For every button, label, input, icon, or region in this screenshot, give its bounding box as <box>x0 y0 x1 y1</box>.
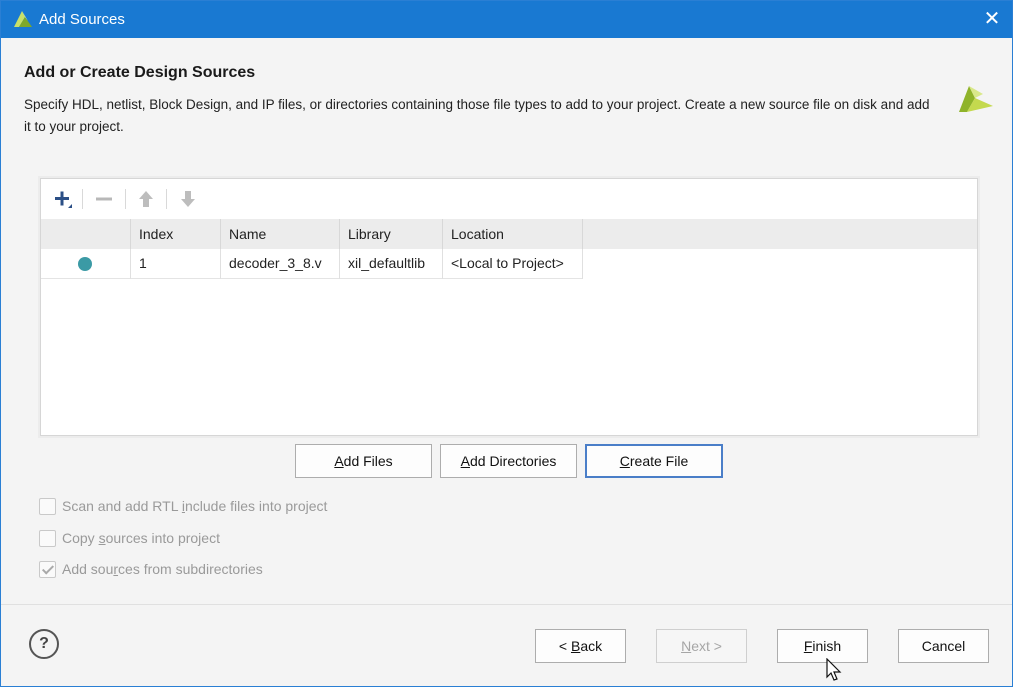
library-cell: xil_defaultlib <box>340 249 443 279</box>
plus-icon[interactable] <box>50 186 76 212</box>
sources-toolbar <box>41 179 977 219</box>
checkbox[interactable] <box>39 497 56 515</box>
checkbox[interactable] <box>39 529 56 547</box>
status-dot-icon <box>78 257 92 271</box>
create-file-button[interactable]: Create File <box>585 444 723 478</box>
title-bar: Add Sources ✕ <box>1 1 1012 38</box>
option-copy-sources[interactable]: Copy sources into project <box>39 528 220 548</box>
add-sources-dialog: Add Sources ✕ Add or Create Design Sourc… <box>0 0 1013 687</box>
vivado-app-icon <box>14 11 32 27</box>
toolbar-separator <box>125 189 126 209</box>
location-cell: <Local to Project> <box>443 249 583 279</box>
sources-table-panel: Index Name Library Location 1 decoder_3_… <box>40 178 978 436</box>
add-directories-button[interactable]: Add Directories <box>440 444 577 478</box>
add-files-button[interactable]: Add Files <box>295 444 432 478</box>
finish-button[interactable]: Finish <box>777 629 868 663</box>
arrow-up-icon[interactable] <box>133 186 159 212</box>
option-add-subdirectories[interactable]: Add sources from subdirectories <box>39 559 263 579</box>
toolbar-separator <box>82 189 83 209</box>
footer-divider <box>1 604 1012 605</box>
option-label: Scan and add RTL include files into proj… <box>62 498 328 514</box>
index-cell: 1 <box>131 249 221 279</box>
status-cell <box>41 249 131 279</box>
back-button[interactable]: < Back <box>535 629 626 663</box>
dialog-header: Add or Create Design Sources Specify HDL… <box>1 38 1012 149</box>
help-icon[interactable]: ? <box>29 629 59 659</box>
cancel-button[interactable]: Cancel <box>898 629 989 663</box>
table-row[interactable]: 1 decoder_3_8.v xil_defaultlib <Local to… <box>41 249 583 279</box>
column-header-location[interactable]: Location <box>443 219 583 249</box>
column-header-index[interactable]: Index <box>131 219 221 249</box>
option-label: Add sources from subdirectories <box>62 561 263 577</box>
page-description: Specify HDL, netlist, Block Design, and … <box>24 97 930 134</box>
column-header-library[interactable]: Library <box>340 219 443 249</box>
column-header-name[interactable]: Name <box>221 219 340 249</box>
option-scan-rtl-include[interactable]: Scan and add RTL include files into proj… <box>39 496 327 516</box>
close-icon[interactable]: ✕ <box>978 5 1006 33</box>
minus-icon[interactable] <box>91 186 117 212</box>
checkbox[interactable] <box>39 560 56 578</box>
column-header-status[interactable] <box>41 219 131 249</box>
option-label: Copy sources into project <box>62 530 220 546</box>
table-header: Index Name Library Location <box>41 219 977 249</box>
name-cell: decoder_3_8.v <box>221 249 340 279</box>
toolbar-separator <box>166 189 167 209</box>
page-title: Add or Create Design Sources <box>24 64 256 81</box>
window-title: Add Sources <box>39 11 125 28</box>
arrow-down-icon[interactable] <box>175 186 201 212</box>
xilinx-logo-icon <box>959 86 993 112</box>
next-button[interactable]: Next > <box>656 629 747 663</box>
mouse-pointer-icon <box>826 658 842 681</box>
